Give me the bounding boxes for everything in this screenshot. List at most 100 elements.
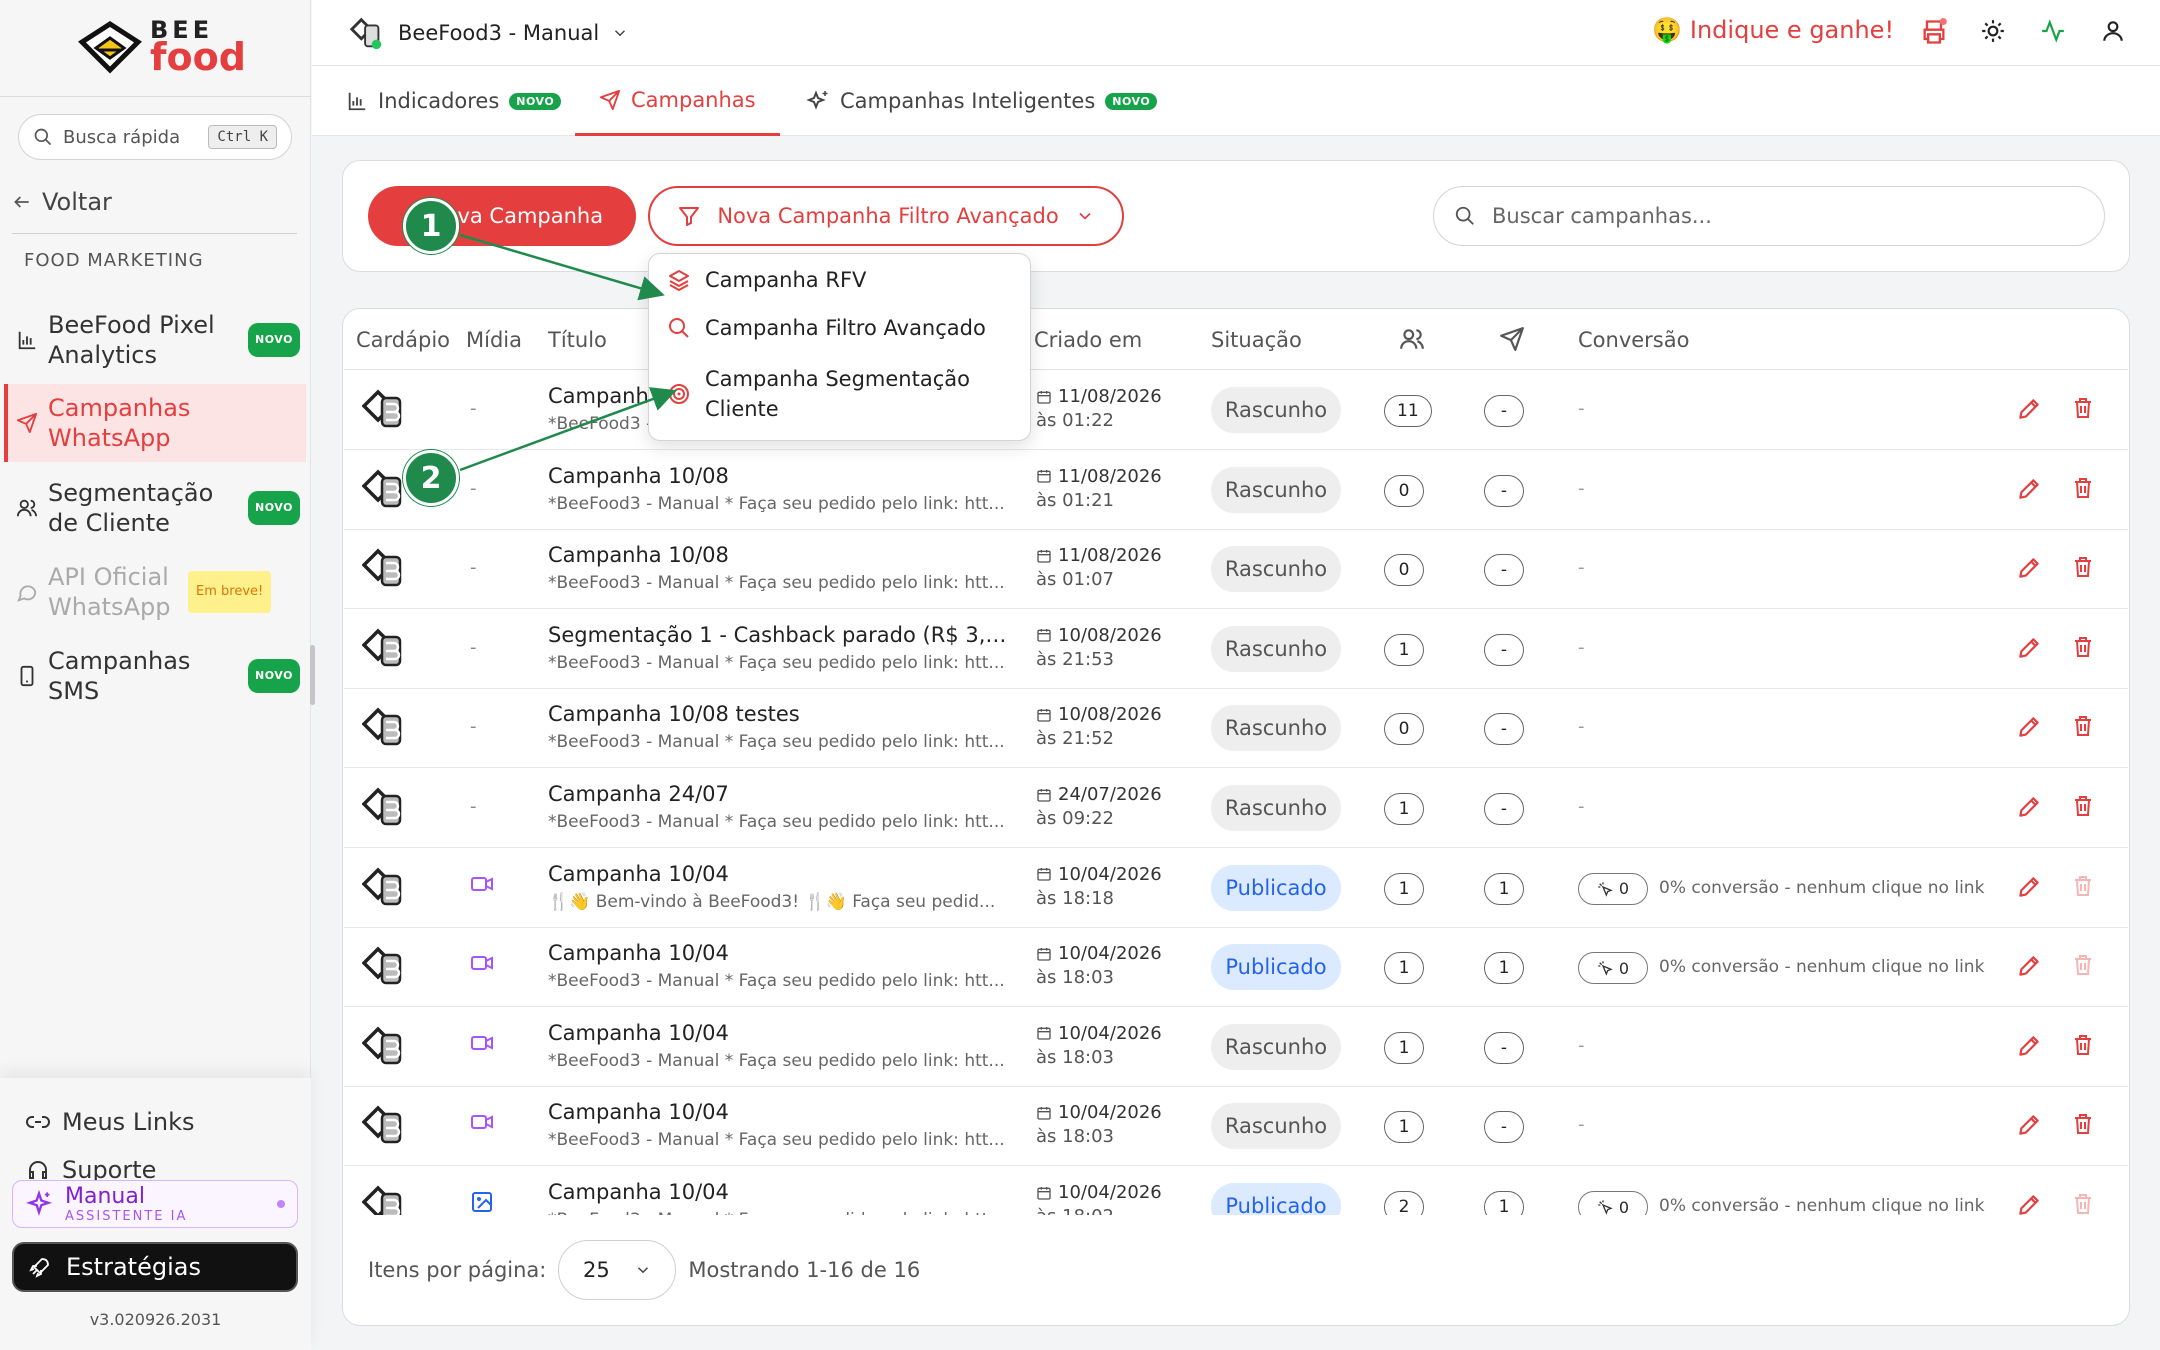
store-selector[interactable]: BeeFood3 - Manual xyxy=(348,14,629,52)
delete-button[interactable] xyxy=(2071,476,2095,500)
edit-button[interactable] xyxy=(2016,635,2042,661)
sidebar-item-campanhas-whatsapp[interactable]: Campanhas WhatsApp xyxy=(4,384,306,462)
delete-button[interactable] xyxy=(2071,555,2095,579)
table-row[interactable]: Campanha 10/04 *BeeFood3 - Manual * Faça … xyxy=(344,1007,2128,1087)
campaign-title[interactable]: Campanha 10/04 xyxy=(548,941,1008,965)
layers-icon xyxy=(669,270,689,291)
send-icon xyxy=(16,412,38,434)
new-badge: NOVO xyxy=(509,92,562,110)
delete-button[interactable] xyxy=(2071,1033,2095,1057)
referral-link[interactable]: 🤑 Indique e ganhe! xyxy=(1652,16,1894,44)
table-row[interactable]: - Campanha 10/08 *BeeFood3 - Manual * Faça… xyxy=(344,529,2128,610)
table-row[interactable]: - Segmentação 1 - Cashback parado (R$ 3,0… xyxy=(344,609,2128,689)
campaign-title[interactable]: Campanha 10/08 testes xyxy=(548,702,1008,726)
campaign-title[interactable]: Campanha 10/08 xyxy=(548,464,1008,488)
edit-button[interactable] xyxy=(2016,476,2042,502)
sidebar-item-segmentacao[interactable]: Segmentação de Cliente NOVO xyxy=(4,478,306,538)
beefood-logo[interactable]: BEE food xyxy=(78,18,246,76)
campaign-title[interactable]: Campanha 10/08 xyxy=(548,543,1008,567)
delete-button[interactable] xyxy=(2071,714,2095,738)
status-badge: Rascunho xyxy=(1211,546,1341,593)
theme-toggle-button[interactable] xyxy=(1980,18,2006,44)
bar-chart-icon xyxy=(18,331,36,350)
sidebar-item-pixel-analytics[interactable]: BeeFood Pixel Analytics NOVO xyxy=(4,310,306,370)
pagination: Itens por página: 25 Mostrando 1-16 de 1… xyxy=(368,1240,920,1300)
delete-button[interactable] xyxy=(2071,396,2095,420)
conversion-text: - xyxy=(1578,557,1585,579)
menu-item-campanha-filtro-avancado[interactable]: Campanha Filtro Avançado xyxy=(667,316,986,340)
table-row[interactable]: -Campanha 11/08*BeeFood3 - Manual * Faça… xyxy=(344,370,2128,450)
tab-bar: Indicadores NOVO Campanhas Campanhas Int… xyxy=(312,66,2160,136)
recipients-count: 1 xyxy=(1384,1031,1424,1064)
edit-button[interactable] xyxy=(2016,953,2042,979)
back-link[interactable]: Voltar xyxy=(12,188,112,216)
created-time: às 18:18 xyxy=(1036,887,1115,909)
per-page-select[interactable]: 25 xyxy=(558,1240,677,1300)
search-placeholder: Buscar campanhas... xyxy=(1492,204,1712,228)
campaign-title[interactable]: Campanha 10/04 xyxy=(548,1100,1008,1124)
trash-icon xyxy=(2075,955,2091,976)
table-row[interactable]: - Campanha 24/07 *BeeFood3 - Manual * Faça… xyxy=(344,768,2128,848)
col-conversao: Conversão xyxy=(1578,328,1690,352)
menu-item-campanha-segmentacao[interactable]: Campanha Segmentação Cliente xyxy=(667,364,975,424)
campaign-title[interactable]: Campanha 10/04 xyxy=(548,862,1008,886)
created-time: às 18:02 xyxy=(1036,1206,1114,1215)
menu-logo-icon xyxy=(362,707,402,746)
delete-button[interactable] xyxy=(2071,794,2095,818)
new-advanced-campaign-button[interactable]: Nova Campanha Filtro Avançado xyxy=(648,186,1124,246)
table-row[interactable]: Campanha 10/04 *BeeFood3 - Manual * Faça … xyxy=(344,927,2128,1008)
table-row[interactable]: Campanha 10/04 *BeeFood3 - Manual * Faça … xyxy=(344,1166,2128,1215)
tab-campanhas[interactable]: Campanhas xyxy=(575,66,780,136)
campaign-title[interactable]: Campanha 10/04 xyxy=(548,1021,1008,1045)
menu-logo-icon xyxy=(362,1026,402,1065)
created-date: 10/04/2026 xyxy=(1036,1102,1162,1123)
calendar-icon xyxy=(1037,868,1051,881)
printer-icon xyxy=(1923,18,1947,44)
table-row[interactable]: Campanha 10/04 🍴👋 Bem-vindo à BeeFood3! 🍴… xyxy=(344,848,2128,928)
user-menu-button[interactable] xyxy=(2100,18,2126,44)
menu-logo-icon xyxy=(362,867,402,905)
tab-indicadores[interactable]: Indicadores NOVO xyxy=(336,66,571,136)
campaign-search-input[interactable]: Buscar campanhas... xyxy=(1433,186,2105,246)
edit-button[interactable] xyxy=(2016,1112,2042,1138)
campaign-title[interactable]: Segmentação 1 - Cashback parado (R$ 3,00… xyxy=(548,623,1008,647)
quick-search[interactable]: Busca rápida Ctrl K xyxy=(18,114,292,160)
printer-button[interactable] xyxy=(1920,18,1948,46)
activity-button[interactable] xyxy=(2040,18,2066,44)
sidebar-item-campanhas-sms[interactable]: Campanhas SMS NOVO xyxy=(4,646,306,706)
tab-campanhas-inteligentes[interactable]: Campanhas Inteligentes NOVO xyxy=(796,66,1167,136)
edit-button[interactable] xyxy=(2016,794,2042,820)
table-row[interactable]: - Campanha 10/08 testes *BeeFood3 - Manual… xyxy=(344,688,2128,769)
chevron-down-icon xyxy=(637,1267,648,1274)
chevron-down-icon xyxy=(1079,212,1091,220)
table-row[interactable]: Campanha 10/04 *BeeFood3 - Manual * Faça … xyxy=(344,1086,2128,1167)
send-icon xyxy=(599,89,621,110)
edit-button[interactable] xyxy=(2016,396,2042,422)
menu-logo xyxy=(362,1184,410,1215)
my-links-link[interactable]: Meus Links xyxy=(26,1108,194,1136)
arrow-left-icon xyxy=(14,196,29,208)
trash-icon xyxy=(2075,557,2091,578)
strategies-button[interactable]: Estratégias xyxy=(12,1242,298,1292)
sidebar-item-label: API Oficial WhatsApp xyxy=(48,563,171,621)
recipients-count: 1 xyxy=(1384,872,1424,905)
sidebar-resize-handle[interactable] xyxy=(310,645,315,705)
ai-assistant-button[interactable]: Manual ASSISTENTE IA xyxy=(12,1180,298,1228)
created-date-value: 10/08/2026 xyxy=(1058,624,1162,646)
edit-button[interactable] xyxy=(2016,714,2042,740)
delete-button[interactable] xyxy=(2071,635,2095,659)
delete-button[interactable] xyxy=(2071,1112,2095,1136)
sent-count: - xyxy=(1484,793,1524,825)
edit-button[interactable] xyxy=(2016,874,2042,900)
edit-button[interactable] xyxy=(2016,1192,2042,1215)
menu-logo-icon xyxy=(362,548,402,587)
edit-button[interactable] xyxy=(2016,555,2042,581)
campaign-title[interactable]: Campanha 10/04 xyxy=(548,1180,1008,1204)
edit-button[interactable] xyxy=(2016,1033,2042,1059)
campaign-title[interactable]: Campanha 24/07 xyxy=(548,782,1008,806)
sent-count: - xyxy=(1484,395,1524,427)
table-body: -Campanha 11/08*BeeFood3 - Manual * Faça… xyxy=(344,370,2128,1215)
menu-item-campanha-rfv[interactable]: Campanha RFV xyxy=(667,268,866,292)
table-row[interactable]: - Campanha 10/08 *BeeFood3 - Manual * Faça… xyxy=(344,450,2128,530)
calendar-icon xyxy=(1037,1186,1051,1200)
